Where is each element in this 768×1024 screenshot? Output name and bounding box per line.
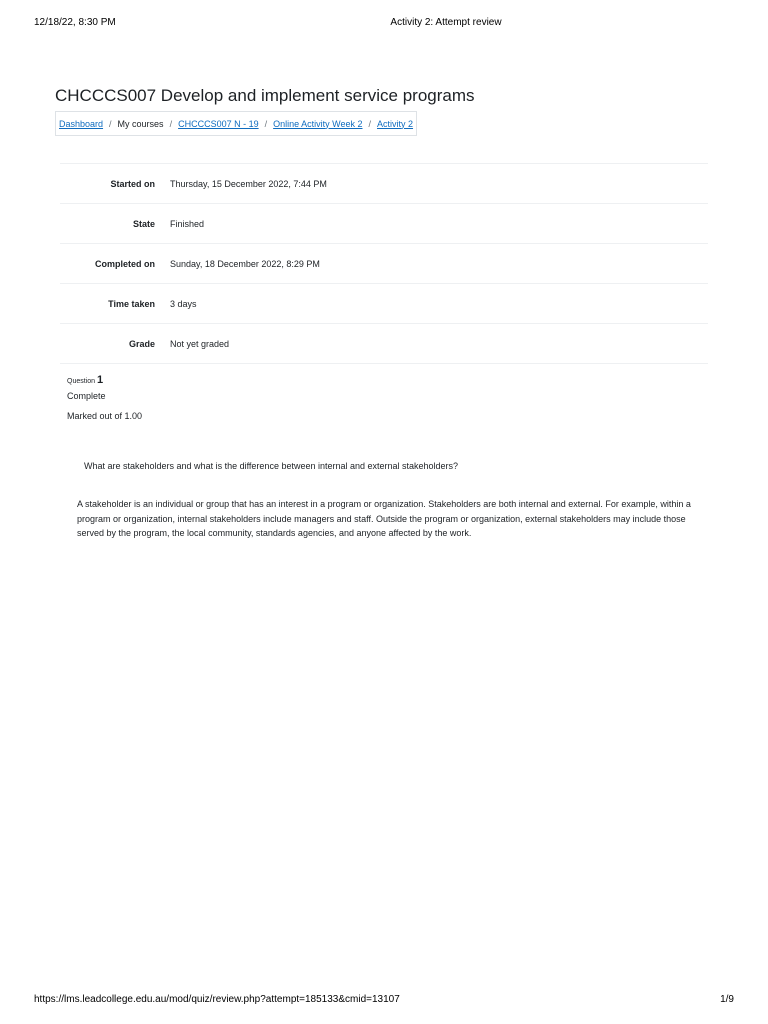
print-url: https://lms.leadcollege.edu.au/mod/quiz/… — [34, 994, 400, 1005]
summary-value: Not yet graded — [170, 338, 230, 349]
summary-row-completed-on: Completed on Sunday, 18 December 2022, 8… — [60, 244, 708, 284]
question-state: Complete — [67, 391, 106, 401]
summary-value: Thursday, 15 December 2022, 7:44 PM — [170, 178, 327, 189]
question-answer: A stakeholder is an individual or group … — [77, 499, 691, 539]
question-number-line: Question 1 — [67, 374, 142, 386]
summary-label: Started on — [110, 178, 155, 189]
question-info: Question 1 Complete Marked out of 1.00 — [67, 374, 142, 421]
summary-row-grade: Grade Not yet graded — [60, 324, 708, 364]
question-number: 1 — [97, 374, 104, 386]
summary-value: Sunday, 18 December 2022, 8:29 PM — [170, 258, 320, 269]
question-grade: Marked out of 1.00 — [67, 411, 143, 421]
breadcrumb-separator: / — [368, 118, 372, 129]
summary-label: Grade — [128, 338, 155, 349]
summary-label: State — [132, 218, 155, 229]
summary-row-started-on: Started on Thursday, 15 December 2022, 7… — [60, 164, 708, 204]
summary-value: Finished — [170, 218, 205, 229]
question-label: Question — [67, 378, 96, 385]
breadcrumb-my-courses: My courses — [117, 118, 164, 129]
summary-value: 3 days — [170, 298, 197, 309]
breadcrumb-separator: / — [264, 118, 268, 129]
attempt-summary-table: Started on Thursday, 15 December 2022, 7… — [60, 163, 708, 364]
breadcrumb: Dashboard / My courses / CHCCCS007 N - 1… — [55, 111, 418, 136]
breadcrumb-dashboard[interactable]: Dashboard — [59, 119, 103, 129]
summary-label: Completed on — [95, 258, 155, 269]
breadcrumb-separator: / — [169, 118, 173, 129]
question-text: What are stakeholders and what is the di… — [84, 461, 459, 471]
summary-row-time-taken: Time taken 3 days — [60, 284, 708, 324]
breadcrumb-separator: / — [109, 118, 112, 129]
summary-row-state: State Finished — [60, 204, 708, 244]
breadcrumb-section[interactable]: Online Activity Week 2 — [273, 119, 362, 129]
page-title: CHCCCS007 Develop and implement service … — [55, 86, 475, 105]
breadcrumb-course[interactable]: CHCCCS007 N - 19 — [178, 119, 259, 129]
breadcrumb-activity[interactable]: Activity 2 — [377, 119, 413, 129]
summary-label: Time taken — [108, 298, 155, 309]
print-title: Activity 2: Attempt review — [390, 17, 502, 28]
print-page-number: 1/9 — [720, 994, 734, 1005]
